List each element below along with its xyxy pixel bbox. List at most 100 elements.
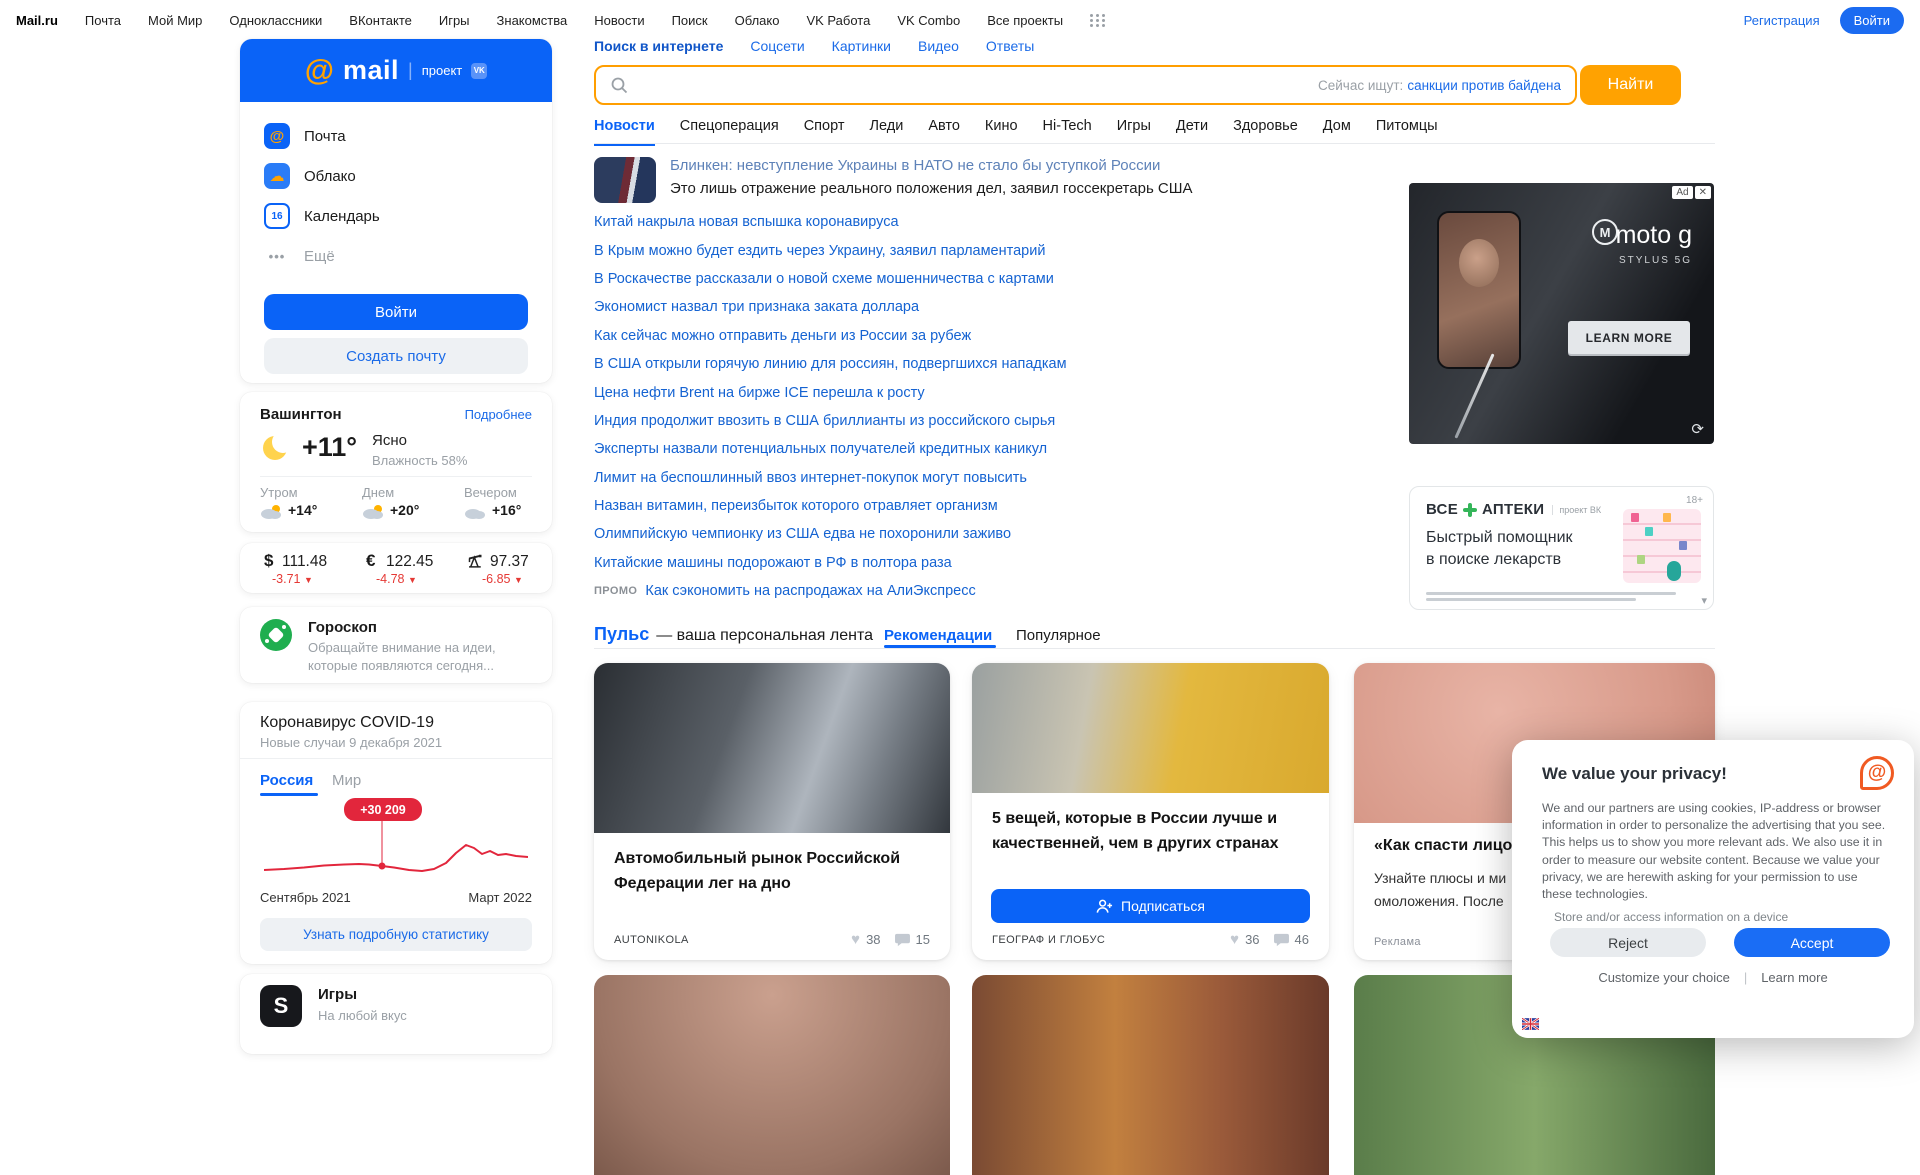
covid-stats-button[interactable]: Узнать подробную статистику [260,918,532,951]
sidebar-item-cloud[interactable]: ☁ Облако [264,156,552,196]
news-tab-specoperacia[interactable]: Спецоперация [680,118,779,146]
nav-moy-mir[interactable]: Мой Мир [148,13,202,28]
news-item[interactable]: Китай накрыла новая вспышка коронавируса [594,208,1234,236]
chevron-down-icon[interactable]: ▾ [1701,594,1707,607]
nav-mailru[interactable]: Mail.ru [16,13,58,28]
nav-znakomstva[interactable]: Знакомства [497,13,568,28]
cookie-store-row[interactable]: Store and/or access information on a dev… [1554,910,1788,924]
subscribe-button[interactable]: Подписаться [991,889,1310,923]
horoscope-title[interactable]: Гороскоп [308,619,377,636]
learn-more-link[interactable]: Learn more [1761,970,1827,985]
games-title[interactable]: Игры [318,986,357,1003]
tab-images[interactable]: Картинки [832,38,891,54]
news-item[interactable]: Эксперты назвали потенциальных получател… [594,435,1234,463]
login-button-top[interactable]: Войти [1839,6,1904,34]
customize-choice-link[interactable]: Customize your choice [1598,970,1730,985]
news-item[interactable]: Олимпийскую чемпионку из США едва не пох… [594,520,1234,548]
feed-card-bus[interactable]: 5 вещей, которые в России лучше и качеств… [972,663,1329,960]
tab-web-search[interactable]: Поиск в интернете [594,38,723,54]
sidebar-item-calendar[interactable]: 16 Календарь [264,196,552,236]
news-tab-igry[interactable]: Игры [1117,118,1151,146]
tab-video[interactable]: Видео [918,38,959,54]
news-item[interactable]: Лимит на беспошлинный ввоз интернет-поку… [594,464,1234,492]
feed-card-title[interactable]: 5 вещей, которые в России лучше и качеств… [972,793,1329,856]
games-widget[interactable]: S Игры На любой вкус [240,974,552,1054]
nav-vkontakte[interactable]: ВКонтакте [349,13,412,28]
sidebar-item-more[interactable]: ••• Ещё [264,236,552,276]
news-tab-avto[interactable]: Авто [928,118,960,146]
nav-pochta[interactable]: Почта [85,13,121,28]
nav-vse-proekty[interactable]: Все проекты [987,13,1063,28]
sidebar-login-button[interactable]: Войти [264,294,528,330]
weather-time-label: Днем [362,485,395,500]
nav-novosti[interactable]: Новости [594,13,644,28]
news-item[interactable]: В Роскачестве рассказали о новой схеме м… [594,265,1234,293]
news-tab-ledi[interactable]: Леди [869,118,903,146]
pulse-title[interactable]: Пульс [594,624,649,645]
currency-rates-widget[interactable]: $ 111.48 -3.71 ▼ € 122.45 -4.78 ▼ 97.37 … [240,543,552,593]
covid-tab-russia[interactable]: Россия [260,772,313,789]
comment-icon[interactable] [1273,933,1289,947]
apps-grid-icon[interactable] [1090,13,1106,27]
now-searching-query[interactable]: санкции против байдена [1407,78,1561,93]
reject-button[interactable]: Reject [1550,928,1706,957]
news-item[interactable]: В США открыли горячую линию для россиян,… [594,350,1234,378]
nav-oblako[interactable]: Облако [735,13,780,28]
horoscope-widget[interactable]: Гороскоп Обращайте внимание на идеи, кот… [240,607,552,683]
news-tab-zdorovie[interactable]: Здоровье [1233,118,1298,146]
news-item[interactable]: Как сейчас можно отправить деньги из Рос… [594,322,1234,350]
ad-close-icon[interactable]: ✕ [1694,186,1711,199]
news-tab-dom[interactable]: Дом [1323,118,1351,146]
weather-city: Вашингтон [260,406,342,423]
nav-vk-rabota[interactable]: VK Работа [806,13,870,28]
news-item[interactable]: Китайские машины подорожают в РФ в полто… [594,549,1234,577]
news-item[interactable]: Экономист назвал три признака заката дол… [594,293,1234,321]
feed-card-author[interactable]: ГЕОГРАФ И ГЛОБУС [992,934,1105,946]
feed-card-partial[interactable] [594,975,950,1175]
news-tab-deti[interactable]: Дети [1176,118,1208,146]
heart-icon[interactable]: ♥ [1230,931,1239,948]
feed-card-author[interactable]: AUTONIKOLA [614,934,689,946]
registration-link[interactable]: Регистрация [1744,13,1820,28]
ad-refresh-icon[interactable]: ⟳ [1691,420,1704,438]
news-tab-pitomcy[interactable]: Питомцы [1376,118,1438,146]
news-tab-kino[interactable]: Кино [985,118,1018,146]
news-item[interactable]: Цена нефти Brent на бирже ICE перешла к … [594,378,1234,406]
tab-answers[interactable]: Ответы [986,38,1034,54]
news-tab-novosti[interactable]: Новости [594,118,655,146]
covid-tab-world[interactable]: Мир [332,772,361,789]
news-item[interactable]: В Крым можно будет ездить через Украину,… [594,236,1234,264]
search-input[interactable] [638,76,1318,94]
ad-label: Ad [1672,186,1693,199]
weather-more-link[interactable]: Подробнее [465,407,532,422]
news-tab-sport[interactable]: Спорт [804,118,845,146]
main-story-title[interactable]: Блинкен: невступление Украины в НАТО не … [670,157,1193,174]
news-tab-hitech[interactable]: Hi-Tech [1043,118,1092,146]
feed-card-auto[interactable]: Автомобильный рынок Российской Федерации … [594,663,950,960]
nav-igry[interactable]: Игры [439,13,470,28]
accept-button[interactable]: Accept [1734,928,1890,957]
pulse-tab-recommendations[interactable]: Рекомендации [884,627,992,644]
nav-poisk[interactable]: Поиск [672,13,708,28]
pulse-tab-popular[interactable]: Популярное [1016,627,1101,644]
heart-icon[interactable]: ♥ [851,931,860,948]
display-ad-pharmacy[interactable]: ВСЕ АПТЕКИ проект ВК 18+ Быстрый помощни… [1409,486,1714,610]
comment-icon[interactable] [894,933,910,947]
feed-card-partial[interactable] [972,975,1329,1175]
main-story[interactable]: Блинкен: невступление Украины в НАТО не … [594,157,1234,203]
news-item[interactable]: Назван витамин, переизбыток которого отр… [594,492,1234,520]
news-item-promo[interactable]: ПРОМО Как сэкономить на распродажах на А… [594,577,1234,605]
mail-logo[interactable]: @ mail | проект VK [240,39,552,102]
language-flag-icon[interactable] [1522,1018,1539,1030]
tab-social[interactable]: Соцсети [750,38,804,54]
ad-cta-button[interactable]: LEARN MORE [1568,321,1690,354]
news-item[interactable]: Индия продолжит ввозить в США бриллианты… [594,407,1234,435]
nav-vk-combo[interactable]: VK Combo [897,13,960,28]
nav-odnoklassniki[interactable]: Одноклассники [229,13,322,28]
feed-card-title[interactable]: Автомобильный рынок Российской Федерации … [594,833,950,896]
search-submit-button[interactable]: Найти [1580,65,1681,105]
sidebar-item-mail[interactable]: @ Почта [264,116,552,156]
create-mail-button[interactable]: Создать почту [264,338,528,374]
display-ad-moto[interactable]: M moto g STYLUS 5G LEARN MORE Ad ✕ ⟳ [1409,183,1714,444]
mail-logo-word: mail [343,55,400,85]
